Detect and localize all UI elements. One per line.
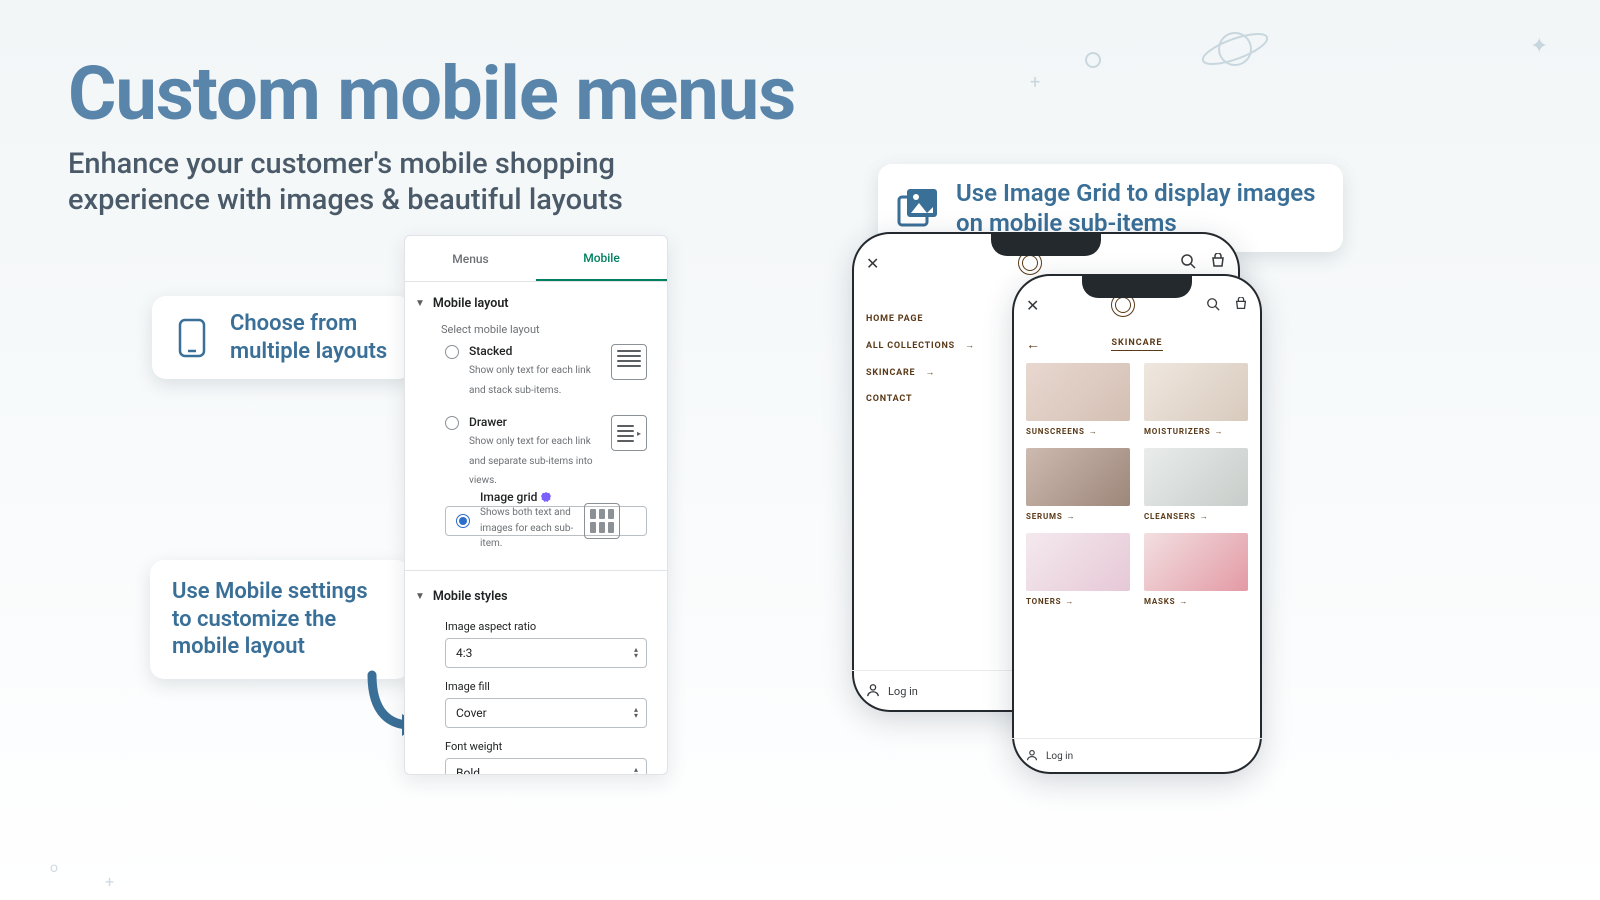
image-grid-icon [896, 186, 940, 230]
cart-icon[interactable] [1210, 253, 1226, 273]
radio-stacked[interactable]: Stacked Show only text for each link and… [445, 344, 647, 397]
tab-mobile[interactable]: Mobile [536, 236, 667, 281]
headline: Custom mobile menus Enhance your custome… [68, 56, 795, 218]
login-link[interactable]: Log in [1012, 738, 1262, 774]
panel-tabs: Menus Mobile [405, 236, 667, 282]
callout-layouts: Choose from multiple layouts [152, 296, 412, 379]
section-mobile-styles[interactable]: ▼ Mobile styles [405, 575, 667, 610]
arrow-right-icon: → [925, 367, 935, 378]
grid-card[interactable]: CLEANSERS → [1144, 448, 1248, 521]
arrow-right-icon: → [965, 340, 975, 351]
phone-preview-imagegrid: ✕ ← SKINCARE SUNSCREENS → MOISTURIZERS →… [1012, 274, 1262, 774]
section-title: Mobile styles [433, 589, 508, 604]
grid-card[interactable]: MASKS → [1144, 533, 1248, 606]
field-label: Image fill [445, 680, 647, 693]
product-grid: SUNSCREENS → MOISTURIZERS → SERUMS → CLE… [1012, 363, 1262, 620]
phone-icon [170, 316, 214, 360]
breadcrumb-title: SKINCARE [1111, 338, 1162, 351]
grid-card[interactable]: SERUMS → [1026, 448, 1130, 521]
radio-drawer[interactable]: Drawer Show only text for each link and … [445, 415, 647, 488]
radio-input[interactable] [456, 514, 470, 528]
back-icon[interactable]: ← [1026, 336, 1040, 353]
arrow-right-icon: → [1179, 597, 1188, 606]
arrow-right-icon: → [1065, 597, 1074, 606]
card-image [1144, 363, 1248, 421]
field-fill: Image fill Cover ▴▾ [445, 680, 647, 728]
layout-thumb-drawer: ▸ [611, 415, 647, 451]
chevron-down-icon: ▼ [415, 298, 425, 309]
grid-card[interactable]: TONERS → [1026, 533, 1130, 606]
arrow-right-icon: → [1067, 512, 1076, 521]
radio-imagegrid-desc: Shows both text and images for each sub-… [480, 507, 573, 549]
field-aspect: Image aspect ratio 4:3 ▴▾ [445, 620, 647, 668]
search-icon[interactable] [1206, 296, 1220, 315]
layout-thumb-grid [584, 503, 620, 539]
section-mobile-layout[interactable]: ▼ Mobile layout [405, 282, 667, 317]
card-image [1026, 363, 1130, 421]
callout-settings-text: Use Mobile settings to customize the mob… [172, 578, 388, 661]
card-image [1026, 448, 1130, 506]
search-icon[interactable] [1180, 253, 1196, 273]
layout-thumb-stacked [611, 344, 647, 380]
chevron-updown-icon: ▴▾ [634, 767, 638, 776]
radio-group-label: Select mobile layout [441, 323, 647, 336]
grid-card[interactable]: SUNSCREENS → [1026, 363, 1130, 436]
user-icon [866, 683, 880, 700]
radio-stacked-desc: Show only text for each link and stack s… [469, 365, 591, 396]
radio-stacked-name: Stacked [469, 344, 601, 358]
page-title: Custom mobile menus [68, 56, 795, 134]
settings-panel: Menus Mobile ▼ Mobile layout Select mobi… [404, 235, 668, 775]
select-fill[interactable]: Cover ▴▾ [445, 698, 647, 728]
radio-drawer-name: Drawer [469, 415, 601, 429]
radio-input[interactable] [445, 416, 459, 430]
cart-icon[interactable] [1234, 296, 1248, 315]
page-subtitle: Enhance your customer's mobile shopping … [68, 146, 688, 219]
arrow-right-icon: → [1200, 512, 1209, 521]
field-weight: Font weight Bold ▴▾ [445, 740, 647, 776]
tab-menus[interactable]: Menus [405, 236, 536, 281]
field-label: Font weight [445, 740, 647, 753]
select-aspect[interactable]: 4:3 ▴▾ [445, 638, 647, 668]
callout-imagegrid-text: Use Image Grid to display images on mobi… [956, 178, 1321, 238]
chevron-updown-icon: ▴▾ [634, 647, 638, 659]
chevron-updown-icon: ▴▾ [634, 707, 638, 719]
radio-drawer-desc: Show only text for each link and separat… [469, 436, 593, 486]
chevron-down-icon: ▼ [415, 591, 425, 602]
section-title: Mobile layout [433, 296, 509, 311]
premium-badge-icon [541, 492, 551, 502]
card-image [1144, 448, 1248, 506]
grid-card[interactable]: MOISTURIZERS → [1144, 363, 1248, 436]
card-image [1026, 533, 1130, 591]
arrow-right-icon: → [1089, 427, 1098, 436]
radio-input[interactable] [445, 345, 459, 359]
user-icon [1026, 749, 1038, 764]
field-label: Image aspect ratio [445, 620, 647, 633]
radio-imagegrid-name: Image grid [480, 490, 574, 504]
select-weight[interactable]: Bold ▴▾ [445, 758, 647, 776]
arrow-right-icon: → [1215, 427, 1224, 436]
radio-imagegrid[interactable]: Image grid Shows both text and images fo… [445, 506, 647, 536]
close-icon[interactable]: ✕ [1026, 296, 1039, 315]
close-icon[interactable]: ✕ [866, 254, 879, 273]
callout-settings: Use Mobile settings to customize the mob… [150, 560, 410, 679]
callout-layouts-text: Choose from multiple layouts [230, 310, 390, 365]
card-image [1144, 533, 1248, 591]
